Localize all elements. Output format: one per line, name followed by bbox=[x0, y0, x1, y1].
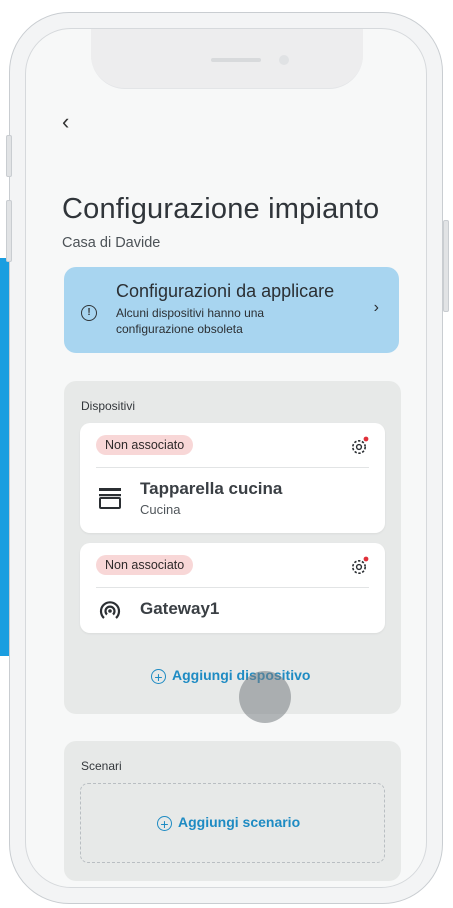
device-room: Cucina bbox=[140, 502, 181, 517]
add-scenario-button[interactable]: + Aggiungi scenario bbox=[157, 814, 300, 831]
scenari-label: Scenari bbox=[81, 759, 122, 773]
card-divider bbox=[96, 467, 369, 468]
gateway-icon bbox=[99, 601, 121, 619]
device-card[interactable]: Non associato Gateway1 bbox=[80, 543, 385, 633]
phone-screen: ‹ Configurazione impianto Casa di Davide… bbox=[25, 28, 427, 888]
devices-label: Dispositivi bbox=[81, 399, 136, 413]
status-badge: Non associato bbox=[96, 435, 194, 455]
device-card[interactable]: Non associato Tapparella cucina Cucina bbox=[80, 423, 385, 533]
side-button bbox=[6, 135, 12, 177]
gear-alert-icon[interactable] bbox=[349, 435, 371, 457]
devices-section: Dispositivi Non associato Tapparella cuc… bbox=[64, 381, 401, 723]
pending-config-banner[interactable]: ! Configurazioni da applicare Alcuni dis… bbox=[64, 267, 399, 353]
banner-title: Configurazioni da applicare bbox=[116, 281, 335, 301]
add-scenario-box[interactable]: + Aggiungi scenario bbox=[80, 783, 385, 863]
chevron-left-icon: ‹ bbox=[62, 109, 70, 134]
side-button bbox=[443, 220, 449, 312]
phone-notch bbox=[91, 29, 363, 89]
side-button bbox=[6, 200, 12, 262]
page-title: Configurazione impianto bbox=[62, 193, 380, 225]
banner-description: Alcuni dispositivi hanno una configurazi… bbox=[116, 306, 265, 336]
touch-indicator bbox=[239, 671, 291, 723]
status-badge: Non associato bbox=[96, 555, 194, 575]
device-name: Tapparella cucina bbox=[140, 479, 283, 498]
front-camera bbox=[279, 55, 289, 65]
plus-circle-icon: + bbox=[157, 816, 172, 831]
page-subtitle: Casa di Davide bbox=[62, 235, 161, 251]
back-button[interactable]: ‹ bbox=[62, 111, 69, 133]
device-name: Gateway1 bbox=[140, 599, 220, 618]
shutter-icon bbox=[99, 488, 121, 509]
card-divider bbox=[96, 587, 369, 588]
add-scenario-label: Aggiungi scenario bbox=[178, 814, 301, 830]
alert-circle-icon: ! bbox=[81, 305, 97, 321]
gear-alert-icon[interactable] bbox=[349, 555, 371, 577]
scenari-section: Scenari + Aggiungi scenario bbox=[64, 741, 401, 881]
speaker-grille bbox=[211, 58, 261, 62]
phone-frame: ‹ Configurazione impianto Casa di Davide… bbox=[9, 12, 443, 904]
add-device-label: Aggiungi dispositivo bbox=[172, 667, 311, 683]
chevron-right-icon: › bbox=[373, 299, 379, 316]
plus-circle-icon: + bbox=[151, 669, 166, 684]
